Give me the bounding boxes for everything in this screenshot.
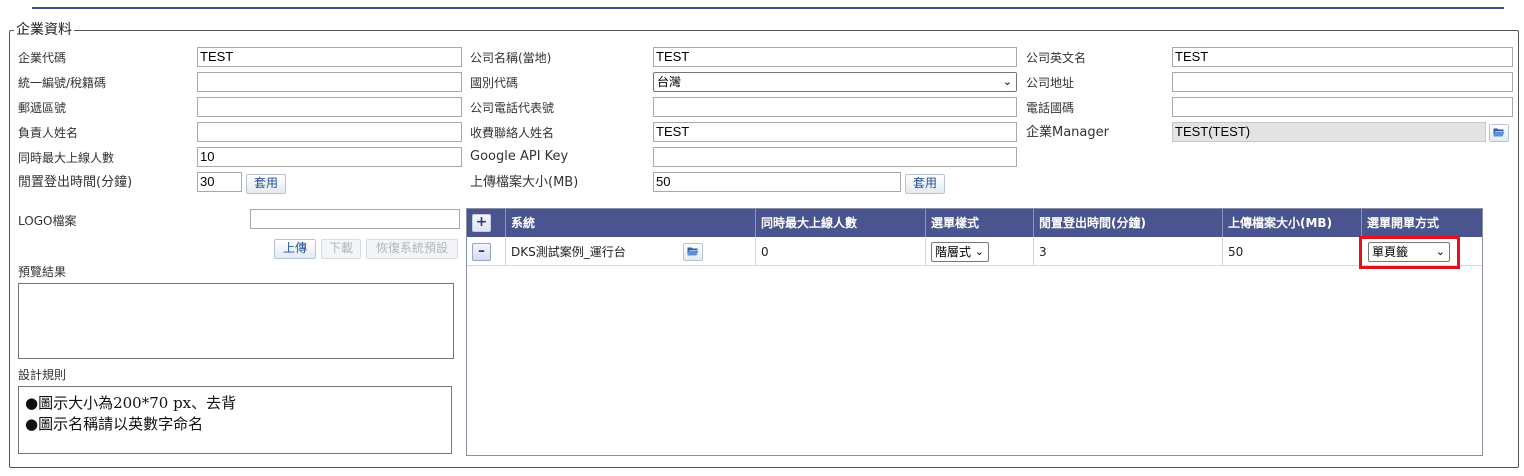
billing-contact-label: 收費聯絡人姓名 [470, 126, 555, 140]
upload-size-apply-button[interactable]: 套用 [905, 174, 945, 194]
upload-size-label: 上傳檔案大小(MB) [470, 175, 579, 190]
country-code-value: 台灣 [657, 75, 682, 89]
idle-logout-input[interactable]: 30 [197, 172, 242, 192]
folder-open-icon [1493, 126, 1505, 140]
col-header-menu-style[interactable]: 選單樣式 [925, 209, 1033, 237]
max-users-input[interactable]: 10 [197, 147, 462, 167]
google-api-key-label: Google API Key [470, 149, 569, 164]
company-address-label: 公司地址 [1026, 76, 1075, 90]
remove-row-button[interactable]: – [472, 243, 491, 261]
company-code-label: 企業代碼 [18, 51, 67, 65]
col-header-idle-logout[interactable]: 閒置登出時間(分鐘) [1033, 209, 1222, 237]
upload-size-input[interactable]: 50 [653, 172, 901, 192]
section-legend: 企業資料 [16, 22, 72, 38]
logo-upload-button[interactable]: 上傳 [274, 239, 316, 259]
company-manager-label: 企業Manager [1026, 125, 1109, 140]
top-divider [32, 7, 1504, 9]
cell-system: DKS測試案例_運行台 [505, 238, 755, 266]
logo-file-input[interactable] [250, 209, 460, 229]
country-code-label: 國別代碼 [470, 76, 519, 90]
phone-country-code-input[interactable] [1172, 97, 1513, 117]
col-header-upload-size[interactable]: 上傳檔案大小(MB) [1222, 209, 1361, 237]
idle-logout-label: 閒置登出時間(分鐘) [18, 175, 133, 190]
country-code-select[interactable]: 台灣 ⌄ [653, 72, 1017, 92]
owner-name-input[interactable] [197, 122, 462, 142]
grid-header: + 系統 同時最大上線人數 選單樣式 閒置登出時間(分鐘) 上傳檔案大小(MB)… [467, 209, 1482, 237]
system-settings-grid: + 系統 同時最大上線人數 選單樣式 閒置登出時間(分鐘) 上傳檔案大小(MB)… [466, 208, 1483, 456]
idle-logout-apply-button[interactable]: 套用 [246, 174, 286, 194]
company-name-label: 公司名稱(當地) [470, 51, 552, 65]
company-code-input[interactable]: TEST [197, 47, 462, 67]
company-name-input[interactable]: TEST [653, 47, 1017, 67]
google-api-key-input[interactable] [653, 147, 1017, 167]
design-rule-item: ●圖示大小為200*70 px、去背 [25, 394, 237, 412]
cell-idle-logout: 3 [1033, 238, 1222, 266]
logo-download-button[interactable]: 下載 [321, 239, 361, 259]
menu-style-value: 階層式 [935, 245, 972, 259]
manager-browse-button[interactable] [1489, 124, 1509, 142]
company-manager-input: TEST(TEST) [1172, 122, 1486, 142]
postal-code-input[interactable] [197, 97, 462, 117]
preview-label: 預覽結果 [18, 265, 67, 279]
phone-country-code-label: 電話國碼 [1026, 101, 1075, 115]
company-english-name-input[interactable]: TEST [1172, 47, 1513, 67]
col-header-system[interactable]: 系統 [505, 209, 755, 237]
plus-icon: + [475, 214, 488, 230]
design-rules-label: 設計規則 [18, 368, 67, 382]
logo-restore-default-button[interactable]: 恢復系統預設 [366, 239, 458, 259]
design-rule-item: ●圖示名稱請以英數字命名 [25, 415, 204, 433]
postal-code-label: 郵遞區號 [18, 101, 67, 115]
cell-upload-size: 50 [1222, 238, 1361, 266]
chevron-down-icon: ⌄ [1002, 75, 1012, 88]
highlight-annotation-box [1359, 236, 1460, 269]
company-address-input[interactable] [1172, 72, 1513, 92]
logo-file-label: LOGO檔案 [18, 214, 77, 228]
company-phone-input[interactable] [653, 97, 1017, 117]
tax-id-input[interactable] [197, 72, 462, 92]
logo-preview-area [18, 283, 454, 359]
folder-open-icon [687, 238, 699, 266]
cell-menu-style: 階層式 ⌄ [925, 238, 1033, 266]
add-row-button[interactable]: + [472, 214, 491, 232]
design-rules-box: ●圖示大小為200*70 px、去背 ●圖示名稱請以英數字命名 [18, 386, 452, 454]
owner-name-label: 負責人姓名 [18, 126, 79, 140]
company-english-name-label: 公司英文名 [1026, 51, 1087, 65]
system-browse-button[interactable] [683, 243, 703, 261]
table-row[interactable]: – DKS測試案例_運行台 0 階層式 ⌄ 3 50 單頁籤 ⌄ [467, 238, 1482, 266]
tax-id-label: 統一編號/稅籍碼 [18, 76, 107, 90]
menu-style-select[interactable]: 階層式 ⌄ [931, 242, 989, 262]
cell-max-users: 0 [755, 238, 925, 266]
chevron-down-icon: ⌄ [974, 245, 984, 258]
max-users-label: 同時最大上線人數 [18, 151, 115, 165]
company-phone-label: 公司電話代表號 [470, 101, 555, 115]
minus-icon: – [478, 243, 485, 259]
col-header-open-mode[interactable]: 選單開單方式 [1361, 209, 1482, 237]
system-name: DKS測試案例_運行台 [511, 245, 626, 259]
billing-contact-input[interactable]: TEST [653, 122, 1017, 142]
col-header-max-users[interactable]: 同時最大上線人數 [755, 209, 925, 237]
